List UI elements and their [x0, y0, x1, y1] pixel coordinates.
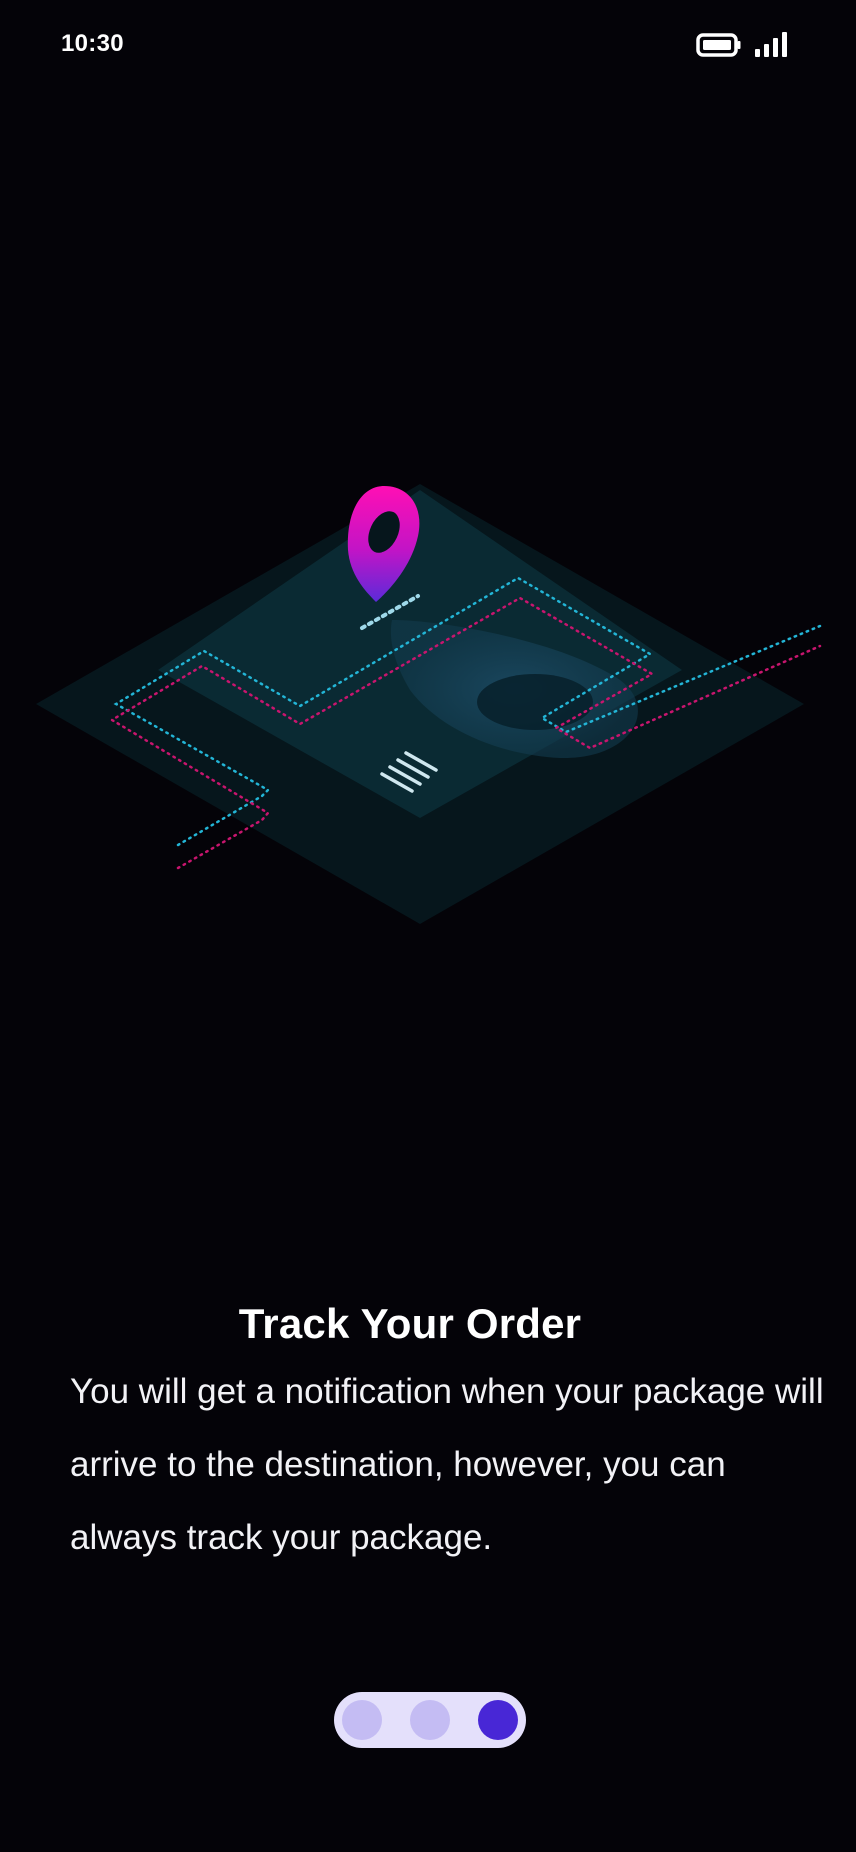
page-dot-3-active[interactable] — [478, 1700, 518, 1740]
order-tracking-illustration — [0, 470, 856, 940]
onboarding-title: Track Your Order — [238, 1300, 582, 1348]
signal-icon — [754, 32, 790, 63]
page-dot-2[interactable] — [410, 1700, 450, 1740]
status-icons — [696, 32, 790, 63]
status-bar: 10:30 — [0, 0, 856, 96]
battery-icon — [696, 33, 742, 62]
page-indicator[interactable] — [334, 1692, 526, 1748]
page-dot-1[interactable] — [342, 1700, 382, 1740]
status-time: 10:30 — [61, 30, 124, 57]
onboarding-description: You will get a notification when your pa… — [70, 1372, 824, 1557]
